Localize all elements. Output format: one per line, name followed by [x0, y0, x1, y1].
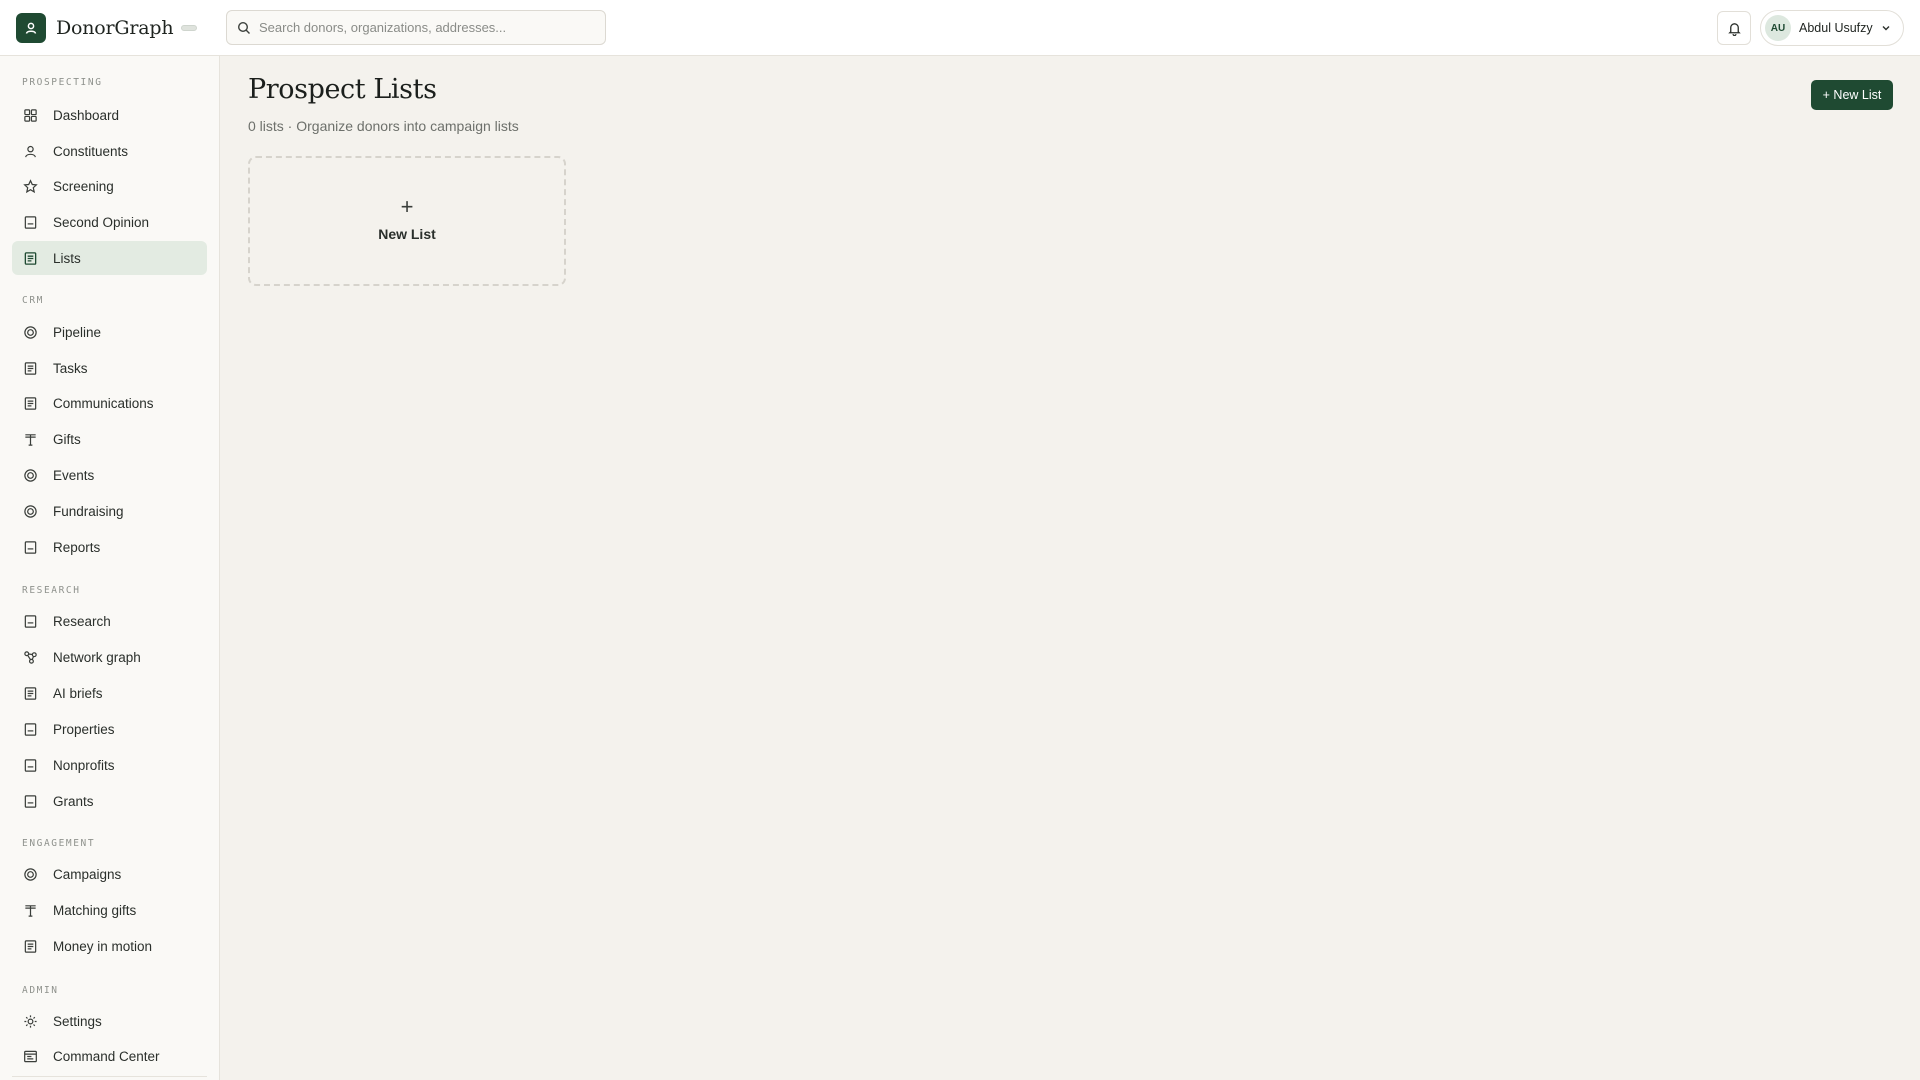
new-list-card[interactable]: + New List [248, 156, 566, 286]
gift-icon [22, 902, 38, 918]
sidebar-item-label: Lists [53, 250, 81, 266]
sidebar-item-research[interactable]: Research [12, 604, 207, 638]
document-icon [22, 539, 38, 555]
logo-icon [16, 12, 46, 43]
sidebar-item-label: Pipeline [53, 324, 102, 340]
sidebar-item-network-graph[interactable]: Network graph [12, 640, 207, 674]
sidebar-item-constituents[interactable]: Constituents [12, 134, 207, 168]
sidebar-item-grants[interactable]: Grants [12, 784, 207, 818]
page-subtitle: 0 lists · Organize donors into campaign … [248, 118, 519, 134]
sidebar: PROSPECTING Dashboard Constituents Scree… [0, 56, 220, 1080]
section-label-admin: ADMIN [22, 985, 59, 996]
sidebar-item-reports[interactable]: Reports [12, 530, 207, 564]
list-icon [22, 938, 38, 954]
sidebar-item-label: Screening [53, 178, 114, 194]
target-icon [22, 467, 38, 483]
sidebar-item-money-in-motion[interactable]: Money in motion [12, 929, 207, 963]
sidebar-item-nonprofits[interactable]: Nonprofits [12, 748, 207, 782]
top-bar: DonorGraph AU Abdul Usufzy [0, 0, 1920, 56]
list-icon [22, 395, 38, 411]
sidebar-item-dashboard[interactable]: Dashboard [12, 98, 207, 132]
network-icon [22, 649, 38, 665]
sidebar-item-lists[interactable]: Lists [12, 241, 207, 275]
notifications-button[interactable] [1717, 11, 1751, 45]
sidebar-item-tasks[interactable]: Tasks [12, 351, 207, 385]
gear-icon [22, 1013, 38, 1029]
list-icon [22, 685, 38, 701]
sidebar-item-label: Properties [53, 721, 115, 737]
sidebar-item-matching-gifts[interactable]: Matching gifts [12, 893, 207, 927]
grid-icon [22, 107, 38, 123]
sidebar-item-label: Matching gifts [53, 902, 137, 918]
brand-name: DonorGraph [56, 16, 174, 39]
document-icon [22, 613, 38, 629]
sidebar-item-screening[interactable]: Screening [12, 169, 207, 203]
sidebar-item-label: Money in motion [53, 938, 153, 954]
sidebar-item-label: Communications [53, 395, 154, 411]
sidebar-item-command-center[interactable]: Command Center [12, 1039, 207, 1073]
sidebar-item-gifts[interactable]: Gifts [12, 422, 207, 456]
document-icon [22, 757, 38, 773]
brand[interactable]: DonorGraph [16, 12, 222, 43]
sidebar-item-properties[interactable]: Properties [12, 712, 207, 746]
avatar: AU [1765, 15, 1791, 41]
sidebar-item-fundraising[interactable]: Fundraising [12, 494, 207, 528]
document-icon [22, 793, 38, 809]
sidebar-item-label: Nonprofits [53, 757, 115, 773]
page-title: Prospect Lists [248, 74, 437, 105]
plus-icon: + [400, 194, 414, 219]
search-icon [237, 21, 251, 35]
sidebar-item-events[interactable]: Events [12, 458, 207, 492]
sidebar-item-label: Command Center [53, 1048, 160, 1064]
list-icon [22, 250, 38, 266]
list-icon [22, 360, 38, 376]
sidebar-item-label: Fundraising [53, 503, 124, 519]
section-label-engagement: ENGAGEMENT [22, 838, 96, 849]
document-icon [22, 721, 38, 737]
sidebar-item-communications[interactable]: Communications [12, 386, 207, 420]
section-label-prospecting: PROSPECTING [22, 77, 103, 88]
gift-icon [22, 431, 38, 447]
sidebar-item-second-opinion[interactable]: Second Opinion [12, 205, 207, 239]
sidebar-item-label: Reports [53, 539, 101, 555]
terminal-icon [22, 1048, 38, 1064]
sidebar-item-label: Gifts [53, 431, 81, 447]
sidebar-item-campaigns[interactable]: Campaigns [12, 857, 207, 891]
search-input[interactable] [259, 20, 589, 35]
target-icon [22, 324, 38, 340]
new-list-button[interactable]: + New List [1811, 80, 1893, 110]
target-icon [22, 503, 38, 519]
section-label-crm: CRM [22, 295, 44, 306]
sidebar-item-label: AI briefs [53, 685, 103, 701]
sidebar-item-label: Constituents [53, 143, 129, 159]
sidebar-item-label: Research [53, 613, 111, 629]
chevron-down-icon [1881, 23, 1891, 33]
sidebar-item-label: Settings [53, 1013, 102, 1029]
sidebar-item-settings[interactable]: Settings [12, 1004, 207, 1038]
target-icon [22, 866, 38, 882]
new-list-card-label: New List [378, 226, 436, 242]
search-box[interactable] [226, 10, 606, 45]
sidebar-item-label: Tasks [53, 360, 88, 376]
star-icon [22, 178, 38, 194]
sidebar-item-label: Dashboard [53, 107, 120, 123]
section-label-research: RESEARCH [22, 585, 81, 596]
bell-icon [1727, 21, 1742, 36]
sidebar-item-label: Events [53, 467, 95, 483]
user-menu[interactable]: AU Abdul Usufzy [1760, 10, 1904, 46]
sidebar-item-label: Second Opinion [53, 214, 150, 230]
sidebar-item-label: Campaigns [53, 866, 122, 882]
sidebar-item-pipeline[interactable]: Pipeline [12, 315, 207, 349]
brand-badge [181, 24, 198, 31]
sidebar-item-label: Grants [53, 793, 94, 809]
document-icon [22, 214, 38, 230]
sidebar-item-ai-briefs[interactable]: AI briefs [12, 676, 207, 710]
sidebar-divider [12, 1076, 207, 1077]
sidebar-item-label: Network graph [53, 649, 141, 665]
person-icon [22, 143, 38, 159]
user-name: Abdul Usufzy [1799, 21, 1873, 35]
